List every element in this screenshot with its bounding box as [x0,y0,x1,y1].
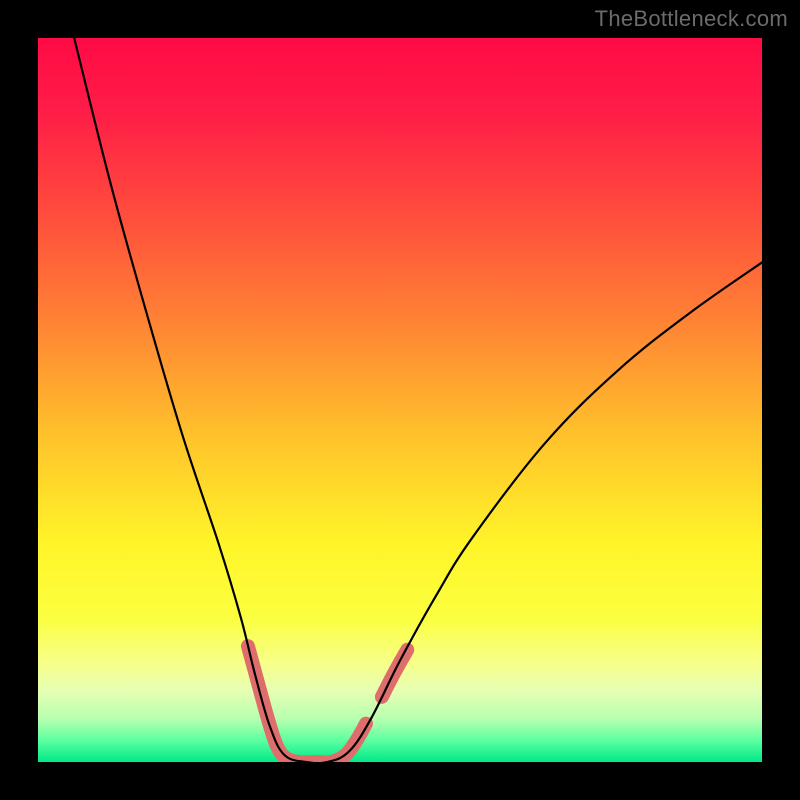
bottleneck-curve [74,38,762,762]
chart-frame: TheBottleneck.com [0,0,800,800]
curve-layer [38,38,762,762]
plot-area [38,38,762,762]
left-wall-highlight [248,646,366,762]
watermark-text: TheBottleneck.com [595,6,788,32]
